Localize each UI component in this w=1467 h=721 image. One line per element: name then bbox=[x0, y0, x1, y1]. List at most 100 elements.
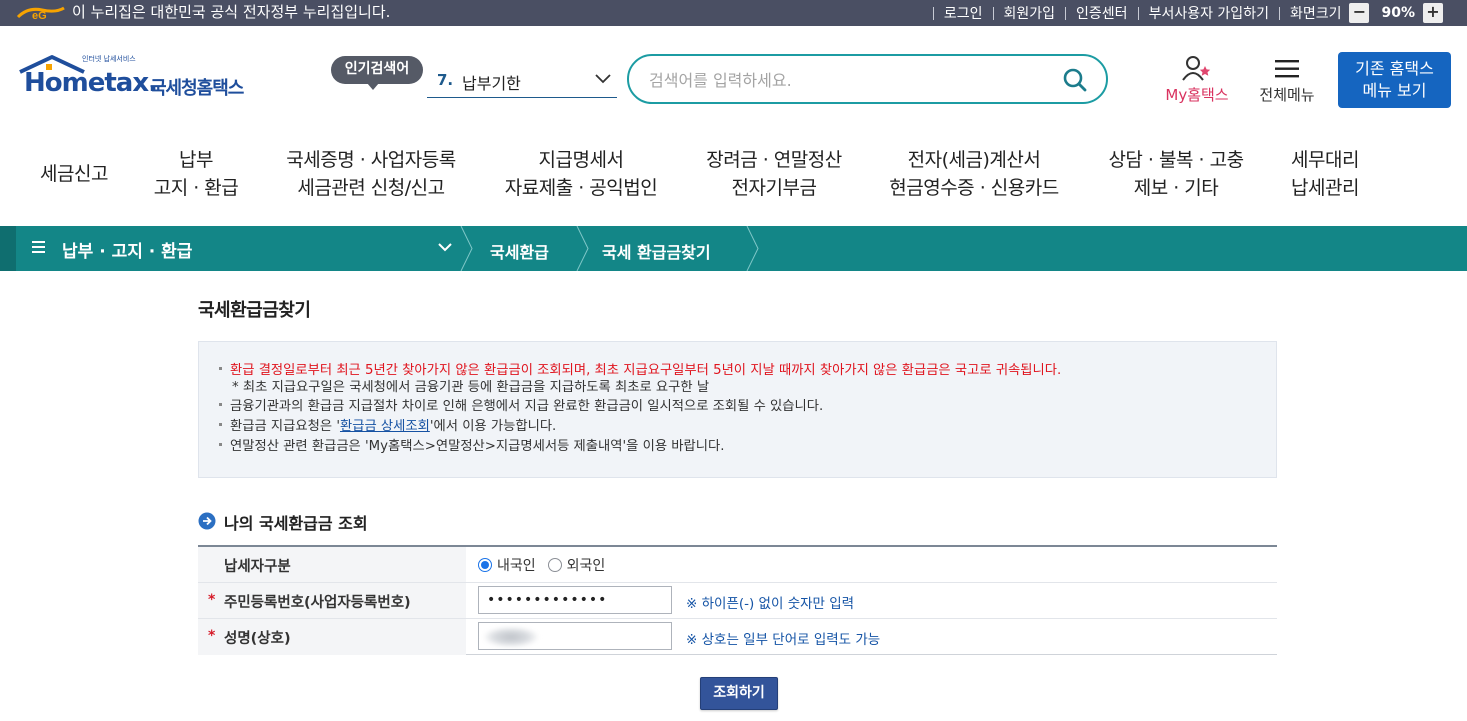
gnb-label: 납부 bbox=[179, 149, 213, 171]
taxpayer-type-label: 납세자구분 bbox=[224, 559, 291, 575]
bullet-icon bbox=[219, 366, 222, 370]
breadcrumb-find-refund[interactable]: 국세 환급금찾기 bbox=[602, 239, 711, 263]
gnb-label: 세무대리 bbox=[1291, 149, 1359, 171]
logo-subtitle: 인터넷 납세서비스 bbox=[82, 55, 136, 63]
gov-notice-text: 이 누리집은 대한민국 공식 전자정부 누리집입니다. bbox=[72, 3, 391, 21]
gnb-label: 세금신고 bbox=[40, 163, 108, 185]
screen-size-label: 화면크기 bbox=[1289, 6, 1342, 22]
old-hometax-line1: 기존 홈택스 bbox=[1355, 59, 1434, 78]
search-box bbox=[627, 54, 1108, 104]
notice-text: * 최초 지급요구일은 국세청에서 금융기관 등에 환급금을 지급하도록 최초로… bbox=[232, 380, 710, 395]
divider bbox=[932, 6, 934, 20]
popular-search-badge: 인기검색어 bbox=[331, 56, 423, 90]
gnb-label: 전자기부금 bbox=[731, 177, 817, 199]
divider bbox=[992, 6, 994, 20]
registration-number-hint: ※ 하이픈(-) 없이 숫자만 입력 bbox=[686, 596, 855, 612]
location-main-menu[interactable]: 납부 · 고지 · 환급 bbox=[62, 237, 192, 262]
logo-wordmark: Hometax. bbox=[24, 68, 158, 98]
gnb-item-counsel[interactable]: 상담 · 불복 · 고충 제보 · 기타 bbox=[1100, 146, 1252, 202]
gnb-label: 고지 · 환급 bbox=[153, 177, 239, 199]
chevron-down-icon bbox=[595, 74, 611, 84]
popular-search-dropdown[interactable]: 7. 납부기한 bbox=[427, 64, 617, 98]
all-menu-label: 전체메뉴 bbox=[1259, 86, 1315, 104]
notice-box: 환급 결정일로부터 최근 5년간 찾아가지 않은 환급금이 조회되며, 최초 지… bbox=[198, 341, 1277, 478]
bullet-icon bbox=[219, 442, 222, 446]
foreign-radio[interactable] bbox=[547, 558, 562, 572]
cert-center-link[interactable]: 인증센터 bbox=[1076, 3, 1128, 23]
gnb-label: 전자(세금)계산서 bbox=[907, 149, 1041, 171]
form-label-cell: * 성명(상호) bbox=[198, 619, 466, 655]
gnb-label: 세금관련 신청/신고 bbox=[297, 177, 445, 199]
zoom-in-button[interactable]: + bbox=[1423, 3, 1443, 23]
gnb-label: 국세증명 · 사업자등록 bbox=[286, 149, 456, 171]
divider bbox=[1137, 6, 1139, 20]
gnb-item-incentive[interactable]: 장려금 · 연말정산 전자기부금 bbox=[700, 146, 848, 202]
svg-text:eG: eG bbox=[32, 10, 47, 22]
location-bar-edge bbox=[0, 226, 16, 271]
domestic-radio[interactable] bbox=[478, 558, 492, 572]
notice-text: 환급금 지급요청은 ' bbox=[230, 419, 340, 434]
domestic-radio-label[interactable]: 내국인 bbox=[497, 555, 536, 575]
search-input[interactable] bbox=[649, 68, 1049, 92]
notice-subline: * 최초 지급요구일은 국세청에서 금융기관 등에 환급금을 지급하도록 최초로… bbox=[232, 379, 709, 397]
arrow-circle-icon bbox=[198, 512, 216, 530]
breadcrumb-refund[interactable]: 국세환급 bbox=[490, 239, 549, 263]
gnb-item-tax-agent[interactable]: 세무대리 납세관리 bbox=[1286, 146, 1364, 202]
name-hint: ※ 상호는 일부 단어로 입력도 가능 bbox=[686, 632, 881, 648]
form-row-name: * 성명(상호) ※ 상호는 일부 단어로 입력도 가능 bbox=[198, 619, 1277, 655]
old-hometax-menu-button[interactable]: 기존 홈택스 메뉴 보기 bbox=[1338, 52, 1451, 108]
utility-links: 로그인 회원가입 인증센터 부서사용자 가입하기 화면크기 − 90% + bbox=[923, 0, 1467, 26]
breadcrumb-separator-icon bbox=[460, 226, 473, 271]
gnb-label: 납세관리 bbox=[1291, 177, 1359, 199]
notice-line: 환급금 지급요청은 '환급금 상세조회'에서 이용 가능합니다. bbox=[219, 418, 556, 436]
gnb-label: 상담 · 불복 · 고충 bbox=[1108, 149, 1244, 171]
my-hometax-button[interactable]: My홈택스 bbox=[1156, 54, 1238, 106]
gnb-item-tax-filing[interactable]: 세금신고 bbox=[38, 160, 110, 188]
popular-rank: 7. bbox=[437, 71, 454, 89]
notice-text: 금융기관과의 환급금 지급절차 차이로 인해 은행에서 지급 완료한 환급금이 … bbox=[230, 399, 824, 414]
search-submit-button[interactable]: 조회하기 bbox=[700, 677, 778, 710]
registration-number-input[interactable]: ••••••••••••• bbox=[478, 586, 672, 614]
required-mark: * bbox=[208, 592, 216, 608]
logo-korean-name: 국세청홈택스 bbox=[150, 78, 244, 99]
notice-text: 연말정산 관련 환급금은 'My홈택스>연말정산>지급명세서등 제출내역'을 이… bbox=[230, 439, 725, 454]
form-row-taxpayer-type: 납세자구분 내국인 외국인 bbox=[198, 547, 1277, 583]
gnb-item-payment[interactable]: 납부 고지 · 환급 bbox=[146, 146, 246, 202]
zoom-level: 90% bbox=[1381, 5, 1415, 21]
signup-link[interactable]: 회원가입 bbox=[1004, 3, 1056, 23]
hometax-logo[interactable]: 인터넷 납세서비스 Hometax. 국세청홈택스 bbox=[18, 54, 268, 110]
search-icon[interactable] bbox=[1062, 67, 1088, 93]
login-link[interactable]: 로그인 bbox=[944, 3, 983, 23]
form-row-registration-number: * 주민등록번호(사업자등록번호) ••••••••••••• ※ 하이픈(-)… bbox=[198, 583, 1277, 619]
blurred-name-value bbox=[484, 627, 538, 647]
gnb-label: 현금영수증 · 신용카드 bbox=[889, 177, 1059, 199]
zoom-out-button[interactable]: − bbox=[1349, 3, 1370, 23]
notice-text: 환급 결정일로부터 최근 5년간 찾아가지 않은 환급금이 조회되며, 최초 지… bbox=[230, 363, 1062, 378]
all-menu-button[interactable]: 전체메뉴 bbox=[1250, 54, 1324, 106]
foreign-radio-label[interactable]: 외국인 bbox=[567, 555, 606, 575]
taxpayer-type-radio-group: 내국인 외국인 bbox=[478, 555, 617, 575]
chevron-down-icon[interactable] bbox=[438, 242, 452, 252]
gnb-item-e-invoice[interactable]: 전자(세금)계산서 현금영수증 · 신용카드 bbox=[882, 146, 1066, 202]
site-header: 인터넷 납세서비스 Hometax. 국세청홈택스 인기검색어 7. 납부기한 … bbox=[0, 26, 1467, 124]
user-star-icon bbox=[1182, 56, 1211, 81]
popular-keyword: 납부기한 bbox=[462, 74, 521, 93]
breadcrumb-separator-icon bbox=[576, 226, 589, 271]
refund-detail-link[interactable]: 환급금 상세조회 bbox=[340, 419, 430, 434]
hamburger-icon bbox=[1275, 60, 1299, 78]
notice-text: '에서 이용 가능합니다. bbox=[429, 419, 557, 434]
gnb-label: 자료제출 · 공익법인 bbox=[504, 177, 658, 199]
gnb-label: 지급명세서 bbox=[538, 149, 624, 171]
form-label-cell: 납세자구분 bbox=[198, 547, 466, 582]
notice-line: 금융기관과의 환급금 지급절차 차이로 인해 은행에서 지급 완료한 환급금이 … bbox=[219, 398, 823, 416]
required-mark: * bbox=[208, 628, 216, 644]
notice-line: 환급 결정일로부터 최근 5년간 찾아가지 않은 환급금이 조회되며, 최초 지… bbox=[219, 362, 1061, 380]
gnb-label: 제보 · 기타 bbox=[1133, 177, 1219, 199]
main-navigation: 세금신고 납부 고지 · 환급 국세증명 · 사업자등록 세금관련 신청/신고 … bbox=[0, 124, 1467, 226]
gnb-item-payment-statement[interactable]: 지급명세서 자료제출 · 공익법인 bbox=[498, 146, 664, 202]
gnb-item-certificates[interactable]: 국세증명 · 사업자등록 세금관련 신청/신고 bbox=[279, 146, 463, 202]
location-bar: 납부 · 고지 · 환급 국세환급 국세 환급금찾기 bbox=[0, 226, 1467, 271]
dept-user-signup-link[interactable]: 부서사용자 가입하기 bbox=[1149, 3, 1269, 23]
divider bbox=[1278, 6, 1280, 20]
gnb-label: 장려금 · 연말정산 bbox=[706, 149, 842, 171]
